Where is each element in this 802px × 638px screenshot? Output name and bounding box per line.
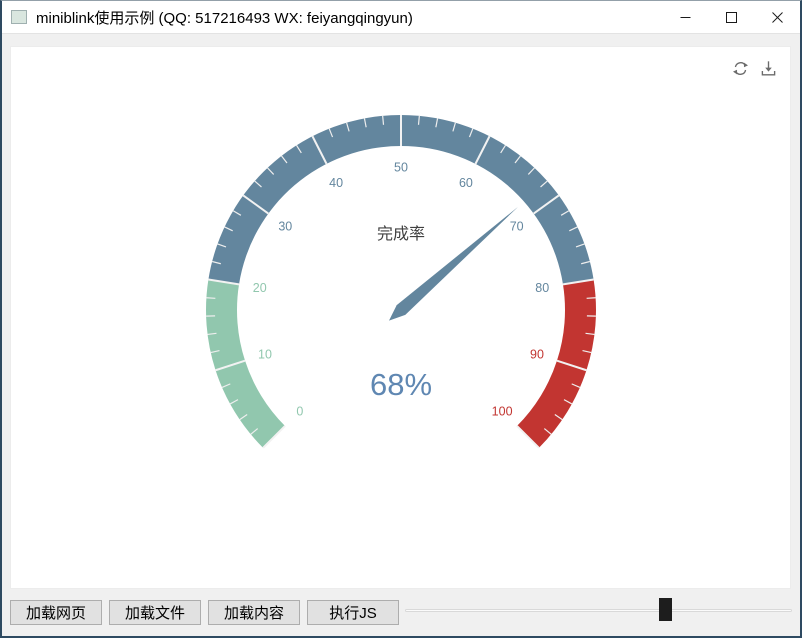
gauge-axis-label: 60 <box>459 176 473 190</box>
gauge-axis-label: 10 <box>258 348 272 362</box>
client-area: 0 10 20 30 40 50 60 70 80 90 100 完成率 68% 加载网页 加载文件 加… <box>2 34 800 636</box>
window-controls <box>662 1 800 33</box>
gauge-chart: 0 10 20 30 40 50 60 70 80 90 100 完成率 68% <box>11 47 790 588</box>
load-webpage-button[interactable]: 加载网页 <box>10 600 102 625</box>
gauge-segment <box>517 279 596 447</box>
slider-track[interactable] <box>405 609 792 612</box>
save-as-image-button[interactable] <box>759 59 778 78</box>
window-title: miniblink使用示例 (QQ: 517216493 WX: feiyang… <box>36 7 413 28</box>
toolbar-buttons: 加载网页 加载文件 加载内容 执行JS <box>10 600 399 625</box>
app-window: miniblink使用示例 (QQ: 517216493 WX: feiyang… <box>0 0 802 638</box>
gauge-axis-label: 70 <box>510 219 524 233</box>
gauge-axis-label: 100 <box>492 405 513 419</box>
title-bar[interactable]: miniblink使用示例 (QQ: 517216493 WX: feiyang… <box>2 1 800 34</box>
gauge-minor-tick <box>587 298 596 299</box>
value-slider[interactable] <box>405 591 792 636</box>
gauge-segment <box>206 279 285 447</box>
refresh-restore-icon <box>731 59 750 78</box>
gauge-detail-value: 68% <box>370 367 432 402</box>
gauge-minor-tick <box>383 116 384 125</box>
slider-handle[interactable] <box>659 598 672 621</box>
gauge-minor-tick <box>206 298 215 299</box>
app-icon <box>11 10 27 24</box>
gauge-axis-label: 0 <box>296 405 303 419</box>
webview-panel: 0 10 20 30 40 50 60 70 80 90 100 完成率 68% <box>10 46 791 589</box>
maximize-button[interactable] <box>708 1 754 33</box>
close-icon <box>772 12 783 23</box>
gauge-axis-label: 20 <box>253 281 267 295</box>
refresh-restore-button[interactable] <box>731 59 750 78</box>
maximize-icon <box>726 12 737 23</box>
gauge-title: 完成率 <box>377 225 425 243</box>
save-as-image-download-icon <box>759 59 778 78</box>
minimize-button[interactable] <box>662 1 708 33</box>
gauge-axis-label: 80 <box>535 281 549 295</box>
close-button[interactable] <box>754 1 800 33</box>
gauge-axis-label: 50 <box>394 160 408 174</box>
minimize-icon <box>680 12 691 23</box>
gauge-axis-label: 90 <box>530 348 544 362</box>
load-file-button[interactable]: 加载文件 <box>109 600 201 625</box>
chart-toolbox <box>731 59 778 78</box>
gauge-axis-label: 30 <box>278 219 292 233</box>
load-content-button[interactable]: 加载内容 <box>208 600 300 625</box>
gauge-minor-tick <box>419 116 420 125</box>
gauge-axis-label: 40 <box>329 176 343 190</box>
bottom-toolbar: 加载网页 加载文件 加载内容 执行JS <box>2 591 800 636</box>
execute-js-button[interactable]: 执行JS <box>307 600 399 625</box>
gauge-needle <box>389 207 518 321</box>
